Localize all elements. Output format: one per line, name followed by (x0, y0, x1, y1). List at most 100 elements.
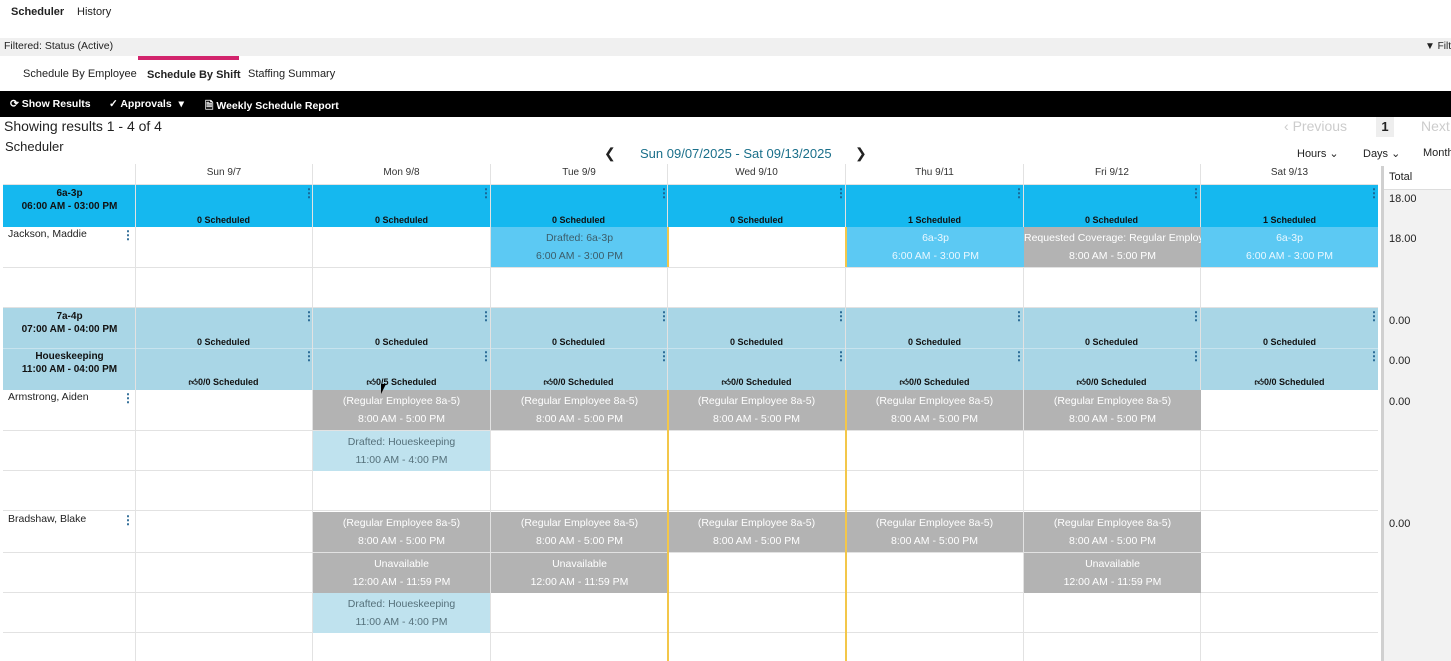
tab-staffing-summary[interactable]: Staffing Summary (248, 68, 335, 80)
day-header: Sat 9/13 (1270, 167, 1309, 178)
more-options-icon[interactable]: ⋮ (658, 187, 670, 199)
more-options-icon[interactable]: ⋮ (480, 187, 492, 199)
shift-block[interactable]: (Regular Employee 8a-5) 8:00 AM - 5:00 PM (668, 390, 845, 430)
employee-name[interactable]: Armstrong, Aiden (8, 391, 89, 403)
totals-panel: Total 18.00 18.00 0.00 0.00 0.00 0.00 (1381, 166, 1451, 661)
month-button[interactable]: Month (1423, 147, 1451, 159)
tab-scheduler[interactable]: Scheduler (11, 6, 64, 18)
shift-block[interactable]: Drafted: Houeskeeping 11:00 AM - 4:00 PM (313, 593, 490, 633)
approvals-dropdown[interactable]: ✓ Approvals ▾ (109, 98, 184, 110)
shift-block[interactable]: (Regular Employee 8a-5) 8:00 AM - 5:00 PM (1024, 390, 1201, 430)
date-range[interactable]: Sun 09/07/2025 - Sat 09/13/2025 (640, 146, 832, 161)
block-title: 6a-3p (922, 232, 949, 244)
chevron-left-icon: ‹ (1284, 118, 1289, 134)
more-options-icon[interactable]: ⋮ (835, 350, 847, 362)
refresh-icon: ⟳ (10, 98, 19, 110)
shift-block[interactable]: Drafted: Houeskeeping 11:00 AM - 4:00 PM (313, 431, 490, 471)
show-results-button[interactable]: ⟳ Show Results (10, 98, 91, 110)
more-options-icon[interactable]: ⋮ (1190, 310, 1202, 322)
more-options-icon[interactable]: ⋮ (1368, 350, 1380, 362)
day-header: Tue 9/9 (562, 167, 596, 178)
scheduled-count: 👍︎0/0 Scheduled (135, 377, 312, 388)
shift-block[interactable]: (Regular Employee 8a-5) 8:00 AM - 5:00 PM (491, 390, 668, 430)
shift-time: 06:00 AM - 03:00 PM (21, 201, 118, 212)
tab-history[interactable]: History (77, 6, 111, 18)
more-options-icon[interactable]: ⋮ (1013, 350, 1025, 362)
tab-schedule-by-employee[interactable]: Schedule By Employee (23, 68, 137, 80)
more-options-icon[interactable]: ⋮ (1190, 187, 1202, 199)
shift-block[interactable]: Drafted: 6a-3p 6:00 AM - 3:00 PM (491, 227, 668, 267)
shift-block[interactable]: (Regular Employee 8a-5) 8:00 AM - 5:00 PM (846, 390, 1023, 430)
row-divider (3, 267, 1378, 268)
row-divider (3, 348, 1378, 349)
more-options-icon[interactable]: ⋮ (303, 350, 315, 362)
hours-dropdown[interactable]: Hours ⌄ (1297, 147, 1339, 160)
more-options-icon[interactable]: ⋮ (1368, 187, 1380, 199)
block-title: (Regular Employee 8a-5) (520, 395, 639, 407)
unavailable-block[interactable]: Unavailable 12:00 AM - 11:59 PM (313, 553, 490, 593)
block-title: (Regular Employee 8a-5) (520, 517, 639, 529)
unavailable-block[interactable]: Unavailable 12:00 AM - 11:59 PM (1024, 553, 1201, 593)
page-number[interactable]: 1 (1376, 117, 1394, 137)
block-title: (Regular Employee 8a-5) (697, 395, 816, 407)
shift-block[interactable]: 6a-3p 6:00 AM - 3:00 PM (847, 227, 1024, 267)
scheduled-count: 0 Scheduled (551, 337, 605, 347)
scheduler-heading: Scheduler (5, 139, 64, 154)
block-title: Requested Coverage: Regular Employ (1024, 232, 1201, 244)
block-time: 6:00 AM - 3:00 PM (892, 250, 979, 262)
more-options-icon[interactable]: ⋮ (480, 310, 492, 322)
weekly-report-label: Weekly Schedule Report (216, 100, 339, 112)
more-options-icon[interactable]: ⋮ (835, 187, 847, 199)
block-title: (Regular Employee 8a-5) (342, 517, 461, 529)
chevron-right-icon[interactable]: ❯ (855, 145, 867, 162)
unavailable-block[interactable]: Unavailable 12:00 AM - 11:59 PM (491, 553, 668, 593)
block-time: 8:00 AM - 5:00 PM (891, 413, 978, 425)
more-options-icon[interactable]: ⋮ (658, 310, 670, 322)
more-options-icon[interactable]: ⋮ (122, 228, 134, 242)
more-options-icon[interactable]: ⋮ (303, 310, 315, 322)
more-options-icon[interactable]: ⋮ (658, 350, 670, 362)
shift-name: Houeskeeping (35, 351, 104, 362)
block-title: Unavailable (1085, 558, 1140, 570)
shift-block[interactable]: Requested Coverage: Regular Employ 8:00 A… (1024, 227, 1201, 267)
shift-block[interactable]: (Regular Employee 8a-5) 8:00 AM - 5:00 PM (313, 512, 490, 552)
employee-name[interactable]: Jackson, Maddie (8, 228, 87, 240)
more-options-icon[interactable]: ⋮ (303, 187, 315, 199)
weekly-schedule-report-button[interactable]: 🗎 Weekly Schedule Report (205, 98, 339, 116)
more-options-icon[interactable]: ⋮ (1190, 350, 1202, 362)
more-options-icon[interactable]: ⋮ (1368, 310, 1380, 322)
shift-name: 7a-4p (56, 311, 83, 322)
more-options-icon[interactable]: ⋮ (835, 310, 847, 322)
filter-button[interactable]: ▼ Filt (1425, 41, 1451, 52)
shift-block[interactable]: 6a-3p 6:00 AM - 3:00 PM (1201, 227, 1378, 267)
more-options-icon[interactable]: ⋮ (122, 513, 134, 527)
days-dropdown[interactable]: Days ⌄ (1363, 147, 1400, 160)
shift-name: 6a-3p (56, 188, 83, 199)
previous-page-button[interactable]: ‹ Previous (1284, 118, 1347, 134)
block-time: 12:00 AM - 11:59 PM (1063, 576, 1162, 588)
caret-down-icon: ▾ (178, 98, 184, 110)
shift-block[interactable]: (Regular Employee 8a-5) 8:00 AM - 5:00 PM (846, 512, 1023, 552)
chevron-left-icon[interactable]: ❮ (604, 145, 616, 162)
row-divider (3, 307, 1378, 308)
thumbs-up-icon: 👍︎ (1076, 377, 1086, 387)
more-options-icon[interactable]: ⋮ (1013, 187, 1025, 199)
results-count: Showing results 1 - 4 of 4 (4, 118, 162, 134)
block-title: Unavailable (374, 558, 429, 570)
thumbs-up-icon: 👍︎ (721, 377, 731, 387)
shift-block[interactable]: (Regular Employee 8a-5) 8:00 AM - 5:00 PM (313, 390, 490, 430)
more-options-icon[interactable]: ⋮ (1013, 310, 1025, 322)
employee-name[interactable]: Bradshaw, Blake (8, 513, 86, 525)
shift-block[interactable]: (Regular Employee 8a-5) 8:00 AM - 5:00 PM (1024, 512, 1201, 552)
more-options-icon[interactable]: ⋮ (122, 391, 134, 405)
more-options-icon[interactable]: ⋮ (480, 350, 492, 362)
total-value: 0.00 (1389, 518, 1411, 530)
scheduled-count: 0 Scheduled (907, 337, 961, 347)
shift-block[interactable]: (Regular Employee 8a-5) 8:00 AM - 5:00 PM (668, 512, 845, 552)
next-page-button[interactable]: Next (1421, 118, 1450, 134)
tab-schedule-by-shift[interactable]: Schedule By Shift (147, 69, 241, 81)
block-time: 8:00 AM - 5:00 PM (713, 535, 800, 547)
shift-block[interactable]: (Regular Employee 8a-5) 8:00 AM - 5:00 PM (491, 512, 668, 552)
day-header: Wed 9/10 (735, 167, 778, 178)
block-time: 8:00 AM - 5:00 PM (358, 535, 445, 547)
